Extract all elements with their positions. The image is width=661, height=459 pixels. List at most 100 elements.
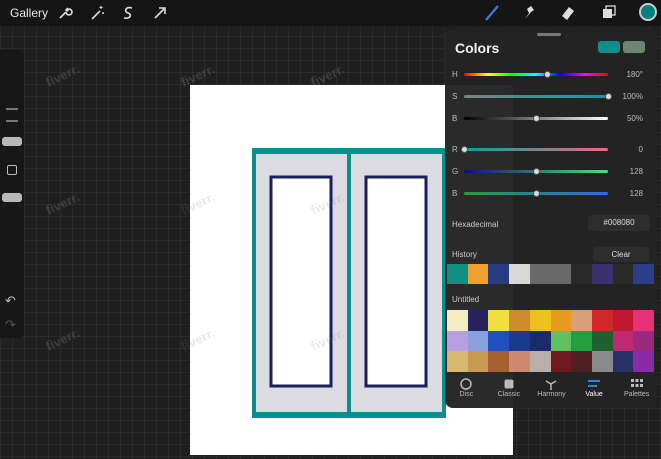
red-slider-knob[interactable]: [460, 146, 468, 153]
left-sidebar: ↶ ↷: [0, 50, 24, 338]
history-swatches: [447, 264, 654, 284]
panel-grabber[interactable]: [537, 33, 561, 36]
history-swatch[interactable]: [591, 264, 613, 284]
palette-swatch[interactable]: [529, 330, 551, 352]
value-sliders-icon: [573, 377, 616, 391]
palette-swatch[interactable]: [488, 351, 510, 372]
harmony-icon: [530, 377, 573, 391]
tab-label: Value: [585, 391, 603, 398]
slider-label-r: R: [452, 145, 458, 154]
tab-value[interactable]: Value: [573, 375, 616, 405]
palette-swatch[interactable]: [591, 330, 613, 352]
blue-value: 128: [629, 189, 643, 198]
top-toolbar: Gallery: [0, 0, 661, 26]
brightness-slider-knob[interactable]: [532, 115, 540, 122]
red-value: 0: [638, 145, 643, 154]
history-swatch[interactable]: [529, 264, 551, 284]
history-swatch[interactable]: [488, 264, 510, 284]
palette-swatch[interactable]: [571, 330, 592, 352]
history-swatch[interactable]: [571, 264, 592, 284]
hue-slider[interactable]: [464, 73, 608, 76]
palette-swatch[interactable]: [612, 330, 634, 352]
active-color-button[interactable]: [639, 3, 657, 21]
brush-size-slider[interactable]: [2, 137, 22, 146]
brush-size-tick: [6, 108, 18, 110]
history-swatch[interactable]: [447, 264, 468, 284]
history-swatch[interactable]: [509, 264, 530, 284]
palette-swatch[interactable]: [612, 310, 634, 331]
redo-icon[interactable]: ↷: [5, 318, 19, 332]
brush-icon[interactable]: [482, 3, 502, 23]
primary-color-swatch[interactable]: [598, 41, 620, 53]
palette-swatch[interactable]: [488, 330, 510, 352]
eyedropper-square-button[interactable]: [7, 165, 17, 175]
hex-input[interactable]: #008080: [588, 215, 650, 231]
history-swatch[interactable]: [467, 264, 489, 284]
palette-swatch[interactable]: [509, 351, 530, 372]
slider-label-s: S: [452, 92, 458, 101]
palette-swatch[interactable]: [447, 330, 468, 352]
red-slider[interactable]: [464, 148, 608, 151]
palette-swatch[interactable]: [591, 310, 613, 331]
palette-swatch[interactable]: [633, 330, 654, 352]
palette-swatch[interactable]: [550, 351, 572, 372]
palette-swatch[interactable]: [633, 351, 654, 372]
palette-swatch[interactable]: [550, 310, 572, 331]
hue-value: 180°: [626, 70, 643, 79]
history-swatch[interactable]: [612, 264, 634, 284]
tab-label: Disc: [459, 391, 474, 398]
palette-swatch[interactable]: [591, 351, 613, 372]
tab-label: Classic: [497, 391, 521, 398]
palette-swatch[interactable]: [571, 351, 592, 372]
palette-swatch[interactable]: [550, 330, 572, 352]
disc-icon: [445, 377, 488, 391]
palette-grid: [447, 310, 654, 372]
blue-slider-knob[interactable]: [532, 190, 540, 197]
wrench-icon[interactable]: [55, 3, 75, 23]
hue-slider-knob[interactable]: [544, 71, 552, 78]
tab-palettes[interactable]: Palettes: [615, 375, 658, 405]
palette-swatch[interactable]: [509, 330, 530, 352]
palette-swatch[interactable]: [529, 310, 551, 331]
secondary-color-swatch[interactable]: [623, 41, 645, 53]
tab-label: Harmony: [537, 391, 566, 398]
selection-icon[interactable]: [118, 3, 138, 23]
opacity-slider[interactable]: [2, 193, 22, 202]
palette-swatch[interactable]: [467, 330, 489, 352]
palette-swatch[interactable]: [633, 310, 654, 331]
undo-icon[interactable]: ↶: [5, 294, 19, 308]
palette-swatch[interactable]: [467, 310, 489, 331]
palette-swatch[interactable]: [467, 351, 489, 372]
magic-wand-icon[interactable]: [87, 3, 107, 23]
palette-label: Untitled: [452, 295, 480, 304]
tab-label: Palettes: [624, 391, 650, 398]
colors-panel: Colors H 180° S 100% B 50% R 0 G 128 B 1…: [445, 28, 658, 408]
watermark: fiverr.: [43, 325, 82, 354]
eraser-icon[interactable]: [558, 3, 578, 23]
palette-swatch[interactable]: [509, 310, 530, 331]
slider-label-g: G: [452, 167, 459, 176]
transform-arrow-icon[interactable]: [150, 3, 170, 23]
palette-swatch[interactable]: [447, 351, 468, 372]
saturation-slider[interactable]: [464, 95, 608, 98]
brightness-value: 50%: [626, 114, 643, 123]
panel-title: Colors: [455, 40, 500, 56]
history-swatch[interactable]: [550, 264, 572, 284]
tab-disc[interactable]: Disc: [445, 375, 488, 405]
palette-swatch[interactable]: [571, 310, 592, 331]
palette-swatch[interactable]: [529, 351, 551, 372]
green-value: 128: [629, 167, 643, 176]
palette-swatch[interactable]: [488, 310, 510, 331]
palette-swatch[interactable]: [447, 310, 468, 331]
classic-square-icon: [488, 377, 531, 391]
smudge-icon[interactable]: [519, 3, 539, 23]
clear-history-button[interactable]: Clear: [593, 247, 649, 262]
history-swatch[interactable]: [633, 264, 654, 284]
tab-classic[interactable]: Classic: [488, 375, 531, 405]
gallery-button[interactable]: Gallery: [10, 6, 48, 20]
palette-swatch[interactable]: [612, 351, 634, 372]
green-slider-knob[interactable]: [532, 168, 540, 175]
slider-label-h: H: [452, 70, 458, 79]
tab-harmony[interactable]: Harmony: [530, 375, 573, 405]
layers-icon[interactable]: [598, 3, 618, 23]
